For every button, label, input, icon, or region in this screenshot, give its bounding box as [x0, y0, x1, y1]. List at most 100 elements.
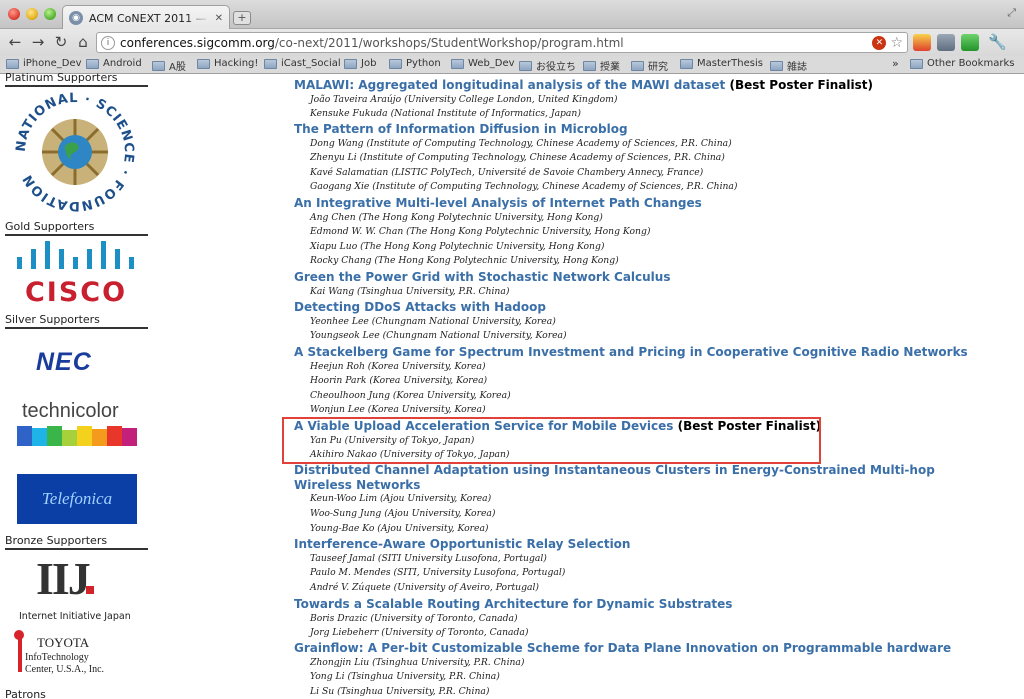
paper-title-link[interactable]: The Pattern of Information Diffusion in … — [294, 122, 628, 136]
paper-entry: Towards a Scalable Routing Architecture … — [294, 597, 1014, 641]
folder-icon — [197, 58, 210, 69]
paper-entry: Green the Power Grid with Stochastic Net… — [294, 270, 1014, 299]
patrons-heading: Patrons — [5, 688, 46, 699]
minimize-window-button[interactable] — [26, 8, 38, 20]
paper-title-link[interactable]: Detecting DDoS Attacks with Hadoop — [294, 300, 546, 314]
author-line: Kai Wang (Tsinghua University, P.R. Chin… — [310, 285, 510, 297]
zoom-window-button[interactable] — [44, 8, 56, 20]
author-line: Yong Li (Tsinghua University, P.R. China… — [310, 671, 500, 683]
bookmark-folder[interactable]: Job — [344, 58, 376, 69]
other-bookmarks[interactable]: Other Bookmarks — [910, 58, 1014, 69]
folder-icon — [86, 58, 99, 69]
globe-icon: ◉ — [69, 11, 83, 25]
folder-icon — [680, 58, 693, 69]
author-line: Yeonhee Lee (Chungnam National Universit… — [310, 315, 556, 327]
telefonica-logo[interactable]: Telefonica — [17, 474, 137, 524]
close-tab-icon[interactable]: ✕ — [215, 13, 223, 24]
author-line: Paulo M. Mendes (SITI, University Lusofo… — [310, 567, 566, 579]
bookmark-folder[interactable]: お役立ち — [519, 58, 576, 73]
reload-icon[interactable]: ↻ — [52, 33, 70, 51]
nec-logo[interactable]: NEC — [36, 348, 92, 377]
svg-text:CISCO: CISCO — [25, 277, 127, 305]
author-line: Jorg Liebeherr (University of Toronto, C… — [310, 627, 529, 639]
paper-entry: Detecting DDoS Attacks with Hadoop Yeonhe… — [294, 300, 1014, 344]
bookmark-folder[interactable]: Hacking! — [197, 58, 258, 69]
folder-icon — [451, 58, 464, 69]
close-window-button[interactable] — [8, 8, 20, 20]
url-text[interactable]: conferences.sigcomm.org/co-next/2011/wor… — [120, 36, 872, 50]
bookmark-star-icon[interactable]: ☆ — [890, 35, 903, 51]
cisco-logo[interactable]: CISCO — [14, 239, 140, 309]
iij-logo[interactable]: IIJ — [36, 552, 94, 605]
author-line: Hoorin Park (Korea University, Korea) — [310, 375, 488, 387]
paper-title-link[interactable]: An Integrative Multi-level Analysis of I… — [294, 196, 702, 210]
paper-entry: MALAWI: Aggregated longitudinal analysis… — [294, 78, 1014, 122]
paper-title-link[interactable]: Wireless Networks — [294, 478, 1014, 493]
paper-title-link[interactable]: A Stackelberg Game for Spectrum Investme… — [294, 345, 968, 359]
technicolor-logo[interactable]: technicolor — [22, 400, 119, 423]
bookmark-folder[interactable]: iCast_Social — [264, 58, 341, 69]
new-tab-button[interactable]: + — [233, 11, 251, 25]
author-line: Heejun Roh (Korea University, Korea) — [310, 360, 486, 372]
paper-title-link[interactable]: Green the Power Grid with Stochastic Net… — [294, 270, 670, 284]
chevron-more-icon[interactable]: » — [892, 57, 899, 70]
window-titlebar: ◉ ACM CoNEXT 2011 — Stude ✕ + ⤢ — [0, 0, 1024, 30]
page-info-icon[interactable]: i — [101, 35, 115, 50]
browser-tab[interactable]: ◉ ACM CoNEXT 2011 — Stude ✕ — [62, 5, 230, 30]
toyota-dot — [14, 630, 24, 640]
author-line: Gaogang Xie (Institute of Computing Tech… — [310, 181, 738, 193]
author-line: Wonjun Lee (Korea University, Korea) — [310, 404, 486, 416]
folder-icon — [770, 60, 783, 71]
paper-entry: Distributed Channel Adaptation using Ins… — [294, 463, 1014, 536]
author-line: Woo-Sung Jung (Ajou University, Korea) — [310, 508, 496, 519]
paper-title-link[interactable]: Grainflow: A Per-bit Customizable Scheme… — [294, 641, 951, 655]
forward-arrow-icon[interactable]: → — [29, 33, 47, 51]
bookmark-folder[interactable]: Android — [86, 58, 142, 69]
paper-entry: A Stackelberg Game for Spectrum Investme… — [294, 345, 1014, 418]
technicolor-bar-graphic — [17, 426, 137, 450]
author-line: Xiapu Luo (The Hong Kong Polytechnic Uni… — [310, 240, 605, 252]
program-list: MALAWI: Aggregated longitudinal analysis… — [294, 74, 1014, 699]
paper-title-link[interactable]: Interference-Aware Opportunistic Relay S… — [294, 537, 630, 551]
author-line: João Taveira Araújo (University College … — [310, 93, 618, 105]
bookmark-folder[interactable]: 雑誌 — [770, 58, 807, 73]
paper-entry: The Pattern of Information Diffusion in … — [294, 122, 1014, 195]
block-icon[interactable]: ✕ — [872, 35, 887, 50]
folder-icon — [910, 58, 923, 69]
folder-icon — [6, 58, 19, 69]
extension-icon[interactable] — [937, 34, 955, 51]
tab-title: ACM CoNEXT 2011 — Stude — [89, 11, 211, 25]
paper-title-link[interactable]: MALAWI: Aggregated longitudinal analysis… — [294, 78, 725, 92]
bookmark-folder[interactable]: iPhone_Dev — [6, 58, 82, 69]
author-line: Zhongjin Liu (Tsinghua University, P.R. … — [310, 656, 525, 668]
folder-icon — [519, 60, 532, 71]
author-line: Young-Bae Ko (Ajou University, Korea) — [310, 522, 489, 534]
back-arrow-icon[interactable]: ← — [6, 33, 24, 51]
author-line: Cheoulhoon Jung (Korea University, Korea… — [310, 389, 511, 401]
bookmark-folder[interactable]: Python — [389, 58, 441, 69]
author-line: Dong Wang (Institute of Computing Techno… — [310, 137, 732, 149]
wrench-icon[interactable]: 🔧 — [988, 33, 1007, 51]
silver-heading: Silver Supporters — [5, 313, 148, 329]
home-icon[interactable]: ⌂ — [74, 33, 92, 51]
paper-entry: Interference-Aware Opportunistic Relay S… — [294, 537, 1014, 595]
sponsor-sidebar: Platinum Supporters NATIONAL · SCIENCE ·… — [0, 71, 155, 699]
bookmarks-bar: » Other Bookmarks iPhone_Dev Android A股 Hac… — [0, 56, 1024, 74]
address-bar[interactable]: i conferences.sigcomm.org/co-next/2011/w… — [96, 32, 908, 53]
platinum-heading: Platinum Supporters — [5, 71, 148, 87]
extension-icon[interactable] — [961, 34, 979, 51]
folder-icon — [152, 60, 165, 71]
extension-icon[interactable] — [913, 34, 931, 51]
paper-title-link[interactable]: Distributed Channel Adaptation using Ins… — [294, 463, 935, 477]
bookmark-folder[interactable]: 授業 — [583, 58, 620, 73]
nsf-logo[interactable]: NATIONAL · SCIENCE · FOUNDATION — [10, 88, 140, 220]
paper-title-link[interactable]: Towards a Scalable Routing Architecture … — [294, 597, 732, 611]
author-line: Kavé Salamatian (LISTIC PolyTech, Univer… — [310, 166, 704, 178]
bookmark-folder[interactable]: A股 — [152, 58, 186, 73]
bookmark-folder[interactable]: MasterThesis — [680, 58, 763, 69]
folder-icon — [264, 58, 277, 69]
bookmark-folder[interactable]: 研究 — [631, 58, 668, 73]
fullscreen-icon[interactable]: ⤢ — [1007, 6, 1016, 20]
bookmark-folder[interactable]: Web_Dev — [451, 58, 515, 69]
author-line: Rocky Chang (The Hong Kong Polytechnic U… — [310, 255, 619, 267]
